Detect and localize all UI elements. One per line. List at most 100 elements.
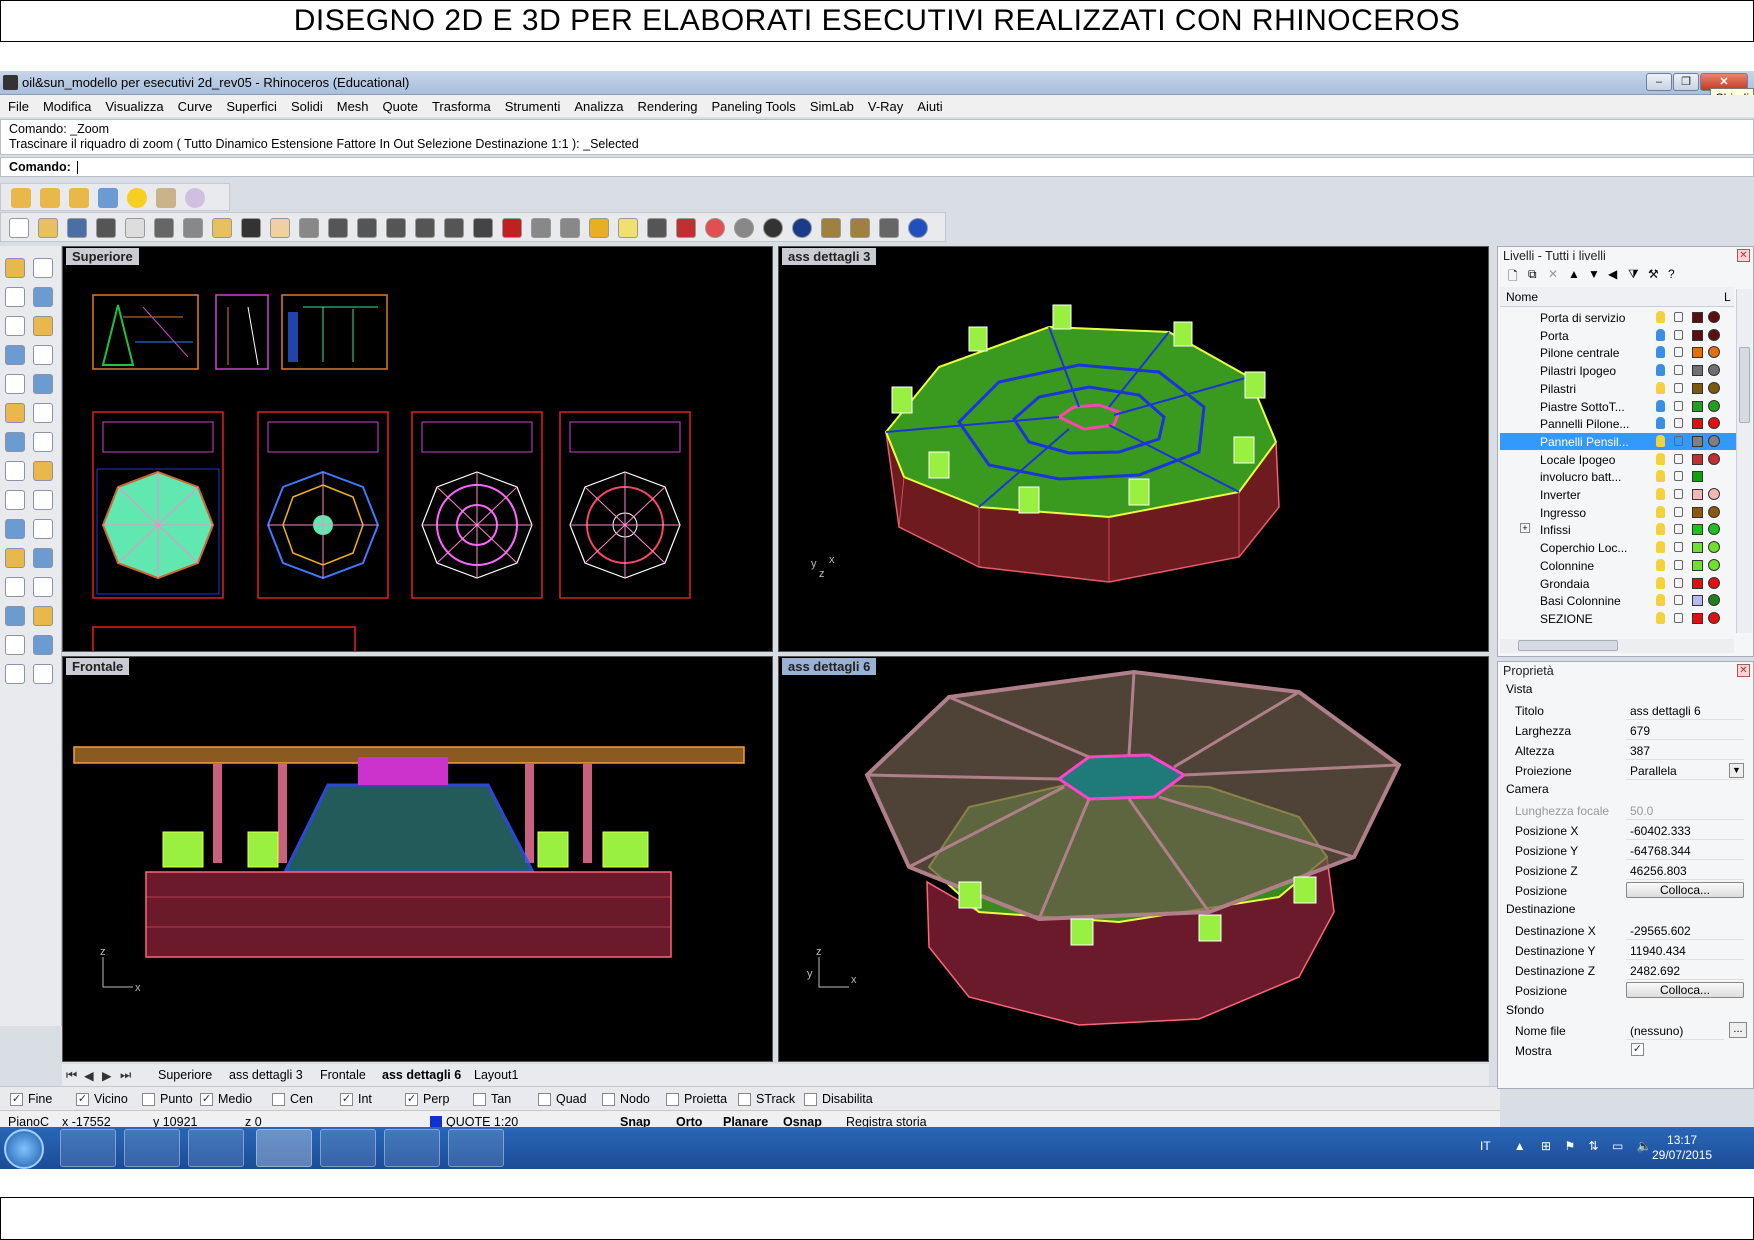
lock-icon[interactable] [1674, 453, 1683, 464]
layer-row[interactable]: Coperchio Loc... [1500, 539, 1736, 556]
layer-material-swatch[interactable] [1708, 381, 1720, 394]
zoom-icon[interactable] [328, 218, 348, 238]
layer-color-swatch[interactable] [1692, 365, 1703, 377]
lightbulb-icon[interactable] [1656, 576, 1665, 589]
checkbox[interactable]: ✓ [200, 1092, 213, 1106]
menu-aiuti[interactable]: Aiuti [917, 99, 942, 114]
layer-color-swatch[interactable] [1692, 347, 1703, 359]
lock-icon[interactable] [1674, 400, 1683, 411]
tag-icon[interactable] [11, 188, 31, 208]
select-icon[interactable] [5, 258, 25, 278]
viewport-ass-dettagli-6[interactable]: z x y ass dettagli 6 [778, 656, 1489, 1062]
layer-color-swatch[interactable] [1692, 542, 1703, 554]
layer-material-swatch[interactable] [1708, 505, 1720, 518]
menu-simlab[interactable]: SimLab [810, 99, 854, 114]
mesh-icon[interactable] [33, 519, 53, 539]
viewport-ass-dettagli-3[interactable]: z x y ass dettagli 3 [778, 246, 1489, 652]
fillet-icon[interactable] [5, 403, 25, 423]
checkbox[interactable]: ✓ [10, 1092, 23, 1106]
layer-material-swatch[interactable] [1708, 346, 1720, 359]
layer-row[interactable]: Pilastri Ipogeo [1500, 362, 1736, 379]
checkbox[interactable] [272, 1092, 285, 1106]
layer-color-swatch[interactable] [1692, 382, 1703, 394]
layer-row[interactable]: Porta [1500, 327, 1736, 344]
layer-material-swatch[interactable] [1708, 541, 1720, 554]
viewport-superiore[interactable]: Superiore [62, 246, 773, 652]
solid-box-icon[interactable] [5, 461, 25, 481]
layer-color-swatch[interactable] [1692, 595, 1703, 607]
boolean-icon[interactable] [33, 490, 53, 510]
layer-row[interactable]: Grondaia [1500, 575, 1736, 592]
menu-solidi[interactable]: Solidi [291, 99, 323, 114]
rotate-view-icon[interactable] [444, 218, 464, 238]
layer-color-swatch[interactable] [1692, 524, 1703, 536]
menu-vray[interactable]: V-Ray [868, 99, 903, 114]
layer-material-swatch[interactable] [1708, 523, 1720, 536]
menu-visualizza[interactable]: Visualizza [105, 99, 163, 114]
menu-paneling-tools[interactable]: Paneling Tools [711, 99, 795, 114]
zoom-window-icon[interactable] [357, 218, 377, 238]
tab-next-icon[interactable]: ▶ [102, 1068, 112, 1083]
point-icon[interactable] [33, 258, 53, 278]
new-layer-icon[interactable]: 🗋 [1508, 267, 1518, 288]
lightbulb-icon[interactable] [1656, 399, 1665, 412]
cut-icon[interactable] [154, 218, 174, 238]
cube-icon[interactable] [98, 188, 118, 208]
checkbox[interactable]: ✓ [340, 1092, 353, 1106]
lock-icon[interactable] [1674, 489, 1683, 499]
tab-ass-dettagli-3[interactable]: ass dettagli 3 [229, 1068, 303, 1082]
lock-icon[interactable] [1674, 524, 1683, 535]
skype-taskbar-icon[interactable] [384, 1129, 440, 1167]
layer-material-swatch[interactable] [1708, 434, 1720, 447]
internet-explorer-taskbar-icon[interactable] [188, 1129, 244, 1167]
layer-color-swatch[interactable] [1692, 577, 1703, 589]
move-up-icon[interactable]: ▲ [1568, 267, 1580, 281]
tab-last-icon[interactable]: ⏭ [120, 1068, 131, 1083]
move-down-icon[interactable]: ▼ [1588, 267, 1600, 281]
save-icon[interactable] [67, 218, 87, 238]
help-icon[interactable] [908, 218, 928, 238]
lightbulb-icon[interactable] [1656, 488, 1665, 500]
lightbulb-icon[interactable] [1656, 594, 1665, 607]
layer-material-swatch[interactable] [1708, 311, 1720, 323]
lightbulb-icon[interactable] [1656, 434, 1665, 447]
layer-row[interactable]: Piastre SottoT... [1500, 398, 1736, 415]
layers-hscroll[interactable] [1500, 639, 1734, 653]
osnap-cen[interactable]: Cen [272, 1092, 313, 1106]
checkbox[interactable] [473, 1092, 486, 1106]
prop-titolo-field[interactable]: ass dettagli 6 [1626, 701, 1744, 720]
layer-row[interactable]: Pilastri [1500, 380, 1736, 397]
layer-color-swatch[interactable] [1692, 489, 1703, 500]
viewport-label[interactable]: ass dettagli 6 [782, 658, 877, 675]
layer-row[interactable]: Pilone centrale [1500, 344, 1736, 361]
layer-color-swatch[interactable] [1692, 329, 1703, 341]
tag-icon[interactable] [40, 188, 60, 208]
four-viewports-icon[interactable] [473, 218, 493, 238]
curve-edit-icon[interactable] [5, 432, 25, 452]
layer-color-swatch[interactable] [1692, 453, 1703, 465]
osnap-proietta[interactable]: Proietta [666, 1092, 727, 1106]
layer-material-swatch[interactable] [1708, 558, 1720, 571]
layer-row[interactable]: Inverter [1500, 486, 1736, 503]
layer-row[interactable]: Basi Colonnine [1500, 592, 1736, 609]
lightbulb-icon[interactable] [1656, 311, 1665, 323]
start-button[interactable] [4, 1129, 44, 1169]
lock-icon[interactable] [1674, 382, 1683, 393]
lightbulb-icon[interactable] [1656, 452, 1665, 465]
layer-material-swatch[interactable] [1708, 417, 1720, 430]
layer-material-swatch[interactable] [1708, 611, 1720, 624]
open-file-icon[interactable] [38, 218, 58, 238]
clock[interactable]: 13:17 29/07/2015 [1652, 1133, 1712, 1163]
chevron-down-icon[interactable]: ▼ [1729, 763, 1744, 778]
checkbox[interactable] [602, 1092, 615, 1106]
filter-icon[interactable]: ⧩ [1628, 267, 1639, 282]
tray-expand-icon[interactable]: ▲ [1514, 1139, 1526, 1153]
lightbulb-icon[interactable] [1656, 328, 1665, 341]
colloca-target-button[interactable]: Colloca... [1626, 982, 1744, 998]
lock-icon[interactable] [1674, 559, 1683, 570]
checkbox[interactable] [738, 1092, 751, 1106]
help-icon[interactable]: ? [1668, 267, 1675, 281]
prop-proiezione-select[interactable]: Parallela [1626, 761, 1744, 780]
import-icon[interactable] [125, 218, 145, 238]
text-icon[interactable] [5, 606, 25, 626]
